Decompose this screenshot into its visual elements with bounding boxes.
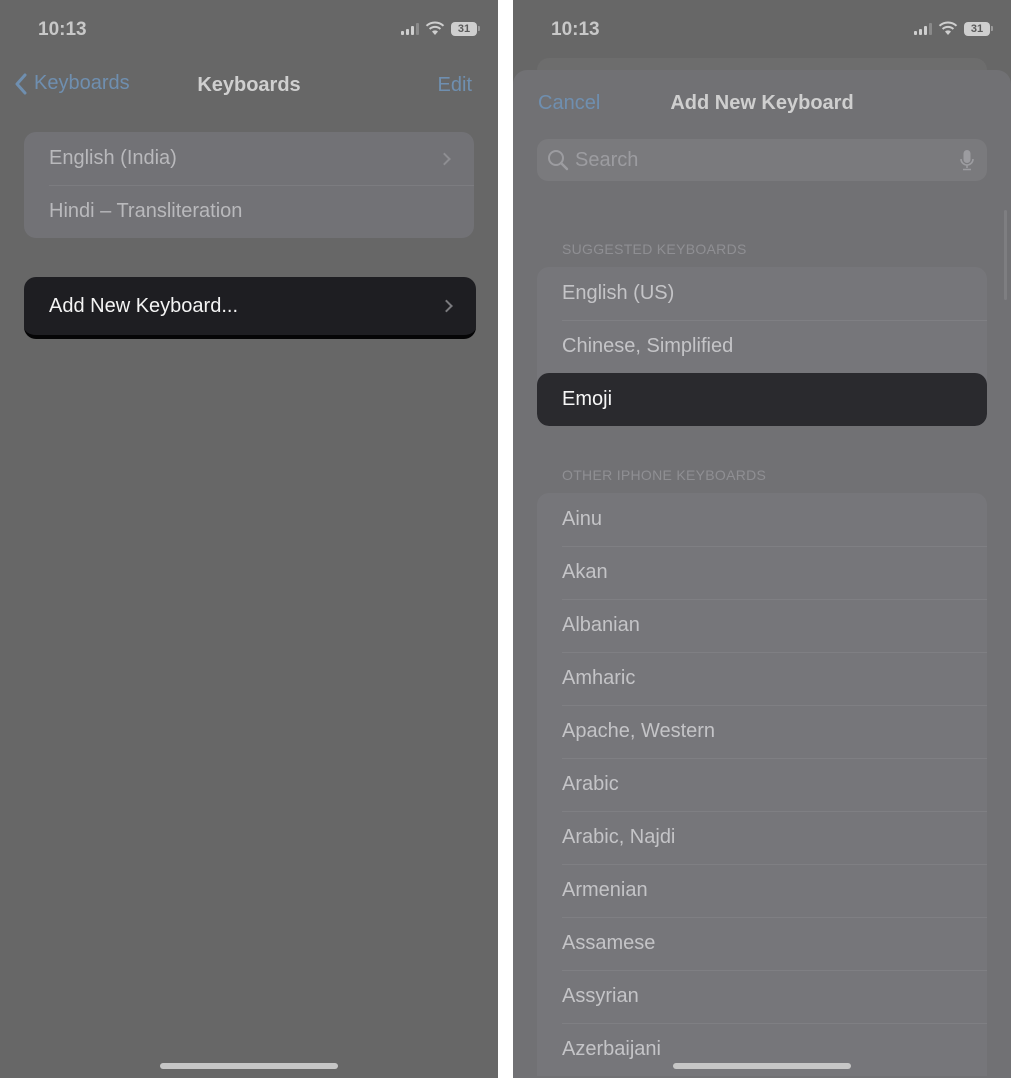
battery-icon: 31 bbox=[964, 21, 993, 36]
add-new-keyboard-label: Add New Keyboard... bbox=[49, 294, 238, 317]
search-icon bbox=[548, 150, 569, 171]
cellular-signal-icon bbox=[401, 22, 419, 35]
keyboard-option[interactable]: Apache, Western bbox=[537, 705, 987, 758]
other-keyboards-list: Ainu Akan Albanian Amharic Apache, Weste… bbox=[537, 493, 987, 1076]
keyboard-option-selected[interactable]: Emoji bbox=[537, 373, 987, 426]
add-new-keyboard-screen: 10:13 31 Cancel Add New Keyboard Search … bbox=[513, 0, 1011, 1078]
keyboard-label: Hindi – Transliteration bbox=[49, 200, 243, 222]
keyboard-option[interactable]: Albanian bbox=[537, 599, 987, 652]
status-time: 10:13 bbox=[551, 19, 600, 40]
battery-level: 31 bbox=[964, 21, 990, 36]
keyboard-option[interactable]: Akan bbox=[537, 546, 987, 599]
scrollbar[interactable] bbox=[1004, 210, 1007, 300]
add-new-keyboard-button[interactable]: Add New Keyboard... bbox=[24, 277, 476, 339]
sheet-title: Add New Keyboard bbox=[670, 92, 854, 114]
wifi-icon bbox=[938, 21, 958, 35]
microphone-icon[interactable] bbox=[959, 149, 975, 171]
keyboard-option[interactable]: Armenian bbox=[537, 864, 987, 917]
keyboard-option[interactable]: Ainu bbox=[537, 493, 987, 546]
modal-sheet: Cancel Add New Keyboard Suggested Keyboa… bbox=[513, 70, 1011, 1078]
suggested-keyboards-header: Suggested Keyboards bbox=[562, 241, 747, 257]
keyboard-option[interactable]: Chinese, Simplified bbox=[537, 320, 987, 373]
status-time: 10:13 bbox=[38, 19, 87, 40]
sheet-header: Cancel Add New Keyboard bbox=[513, 92, 1011, 122]
keyboard-row-hindi-transliteration[interactable]: Hindi – Transliteration bbox=[24, 185, 474, 238]
battery-level: 31 bbox=[451, 21, 477, 36]
installed-keyboards-list: English (India) Hindi – Transliteration bbox=[24, 132, 474, 238]
page-title: Keyboards bbox=[197, 74, 301, 96]
edit-button[interactable]: Edit bbox=[438, 74, 472, 97]
keyboard-option[interactable]: Amharic bbox=[537, 652, 987, 705]
suggested-keyboards-list: English (US) Chinese, Simplified Emoji bbox=[537, 267, 987, 426]
keyboard-row-english-india[interactable]: English (India) bbox=[24, 132, 474, 185]
keyboard-option[interactable]: English (US) bbox=[537, 267, 987, 320]
status-icons: 31 bbox=[401, 21, 480, 36]
navigation-bar: Keyboards Keyboards Edit bbox=[0, 64, 498, 108]
search-input[interactable] bbox=[575, 148, 987, 172]
keyboards-settings-screen: 10:13 31 Keyboards Keyboards Edit Englis… bbox=[0, 0, 498, 1078]
other-keyboards-header: Other iPhone Keyboards bbox=[562, 467, 767, 483]
status-icons: 31 bbox=[914, 21, 993, 36]
battery-icon: 31 bbox=[451, 21, 480, 36]
keyboard-option[interactable]: Assamese bbox=[537, 917, 987, 970]
search-field[interactable] bbox=[537, 139, 987, 181]
status-bar: 10:13 31 bbox=[513, 0, 1011, 60]
home-indicator[interactable] bbox=[673, 1063, 851, 1069]
chevron-right-icon bbox=[438, 152, 451, 165]
keyboard-option[interactable]: Assyrian bbox=[537, 970, 987, 1023]
keyboard-option[interactable]: Arabic bbox=[537, 758, 987, 811]
keyboard-option[interactable]: Arabic, Najdi bbox=[537, 811, 987, 864]
wifi-icon bbox=[425, 21, 445, 35]
home-indicator[interactable] bbox=[160, 1063, 338, 1069]
cellular-signal-icon bbox=[914, 22, 932, 35]
chevron-right-icon bbox=[440, 299, 453, 313]
keyboard-label: English (India) bbox=[49, 147, 177, 169]
status-bar: 10:13 31 bbox=[0, 0, 498, 60]
